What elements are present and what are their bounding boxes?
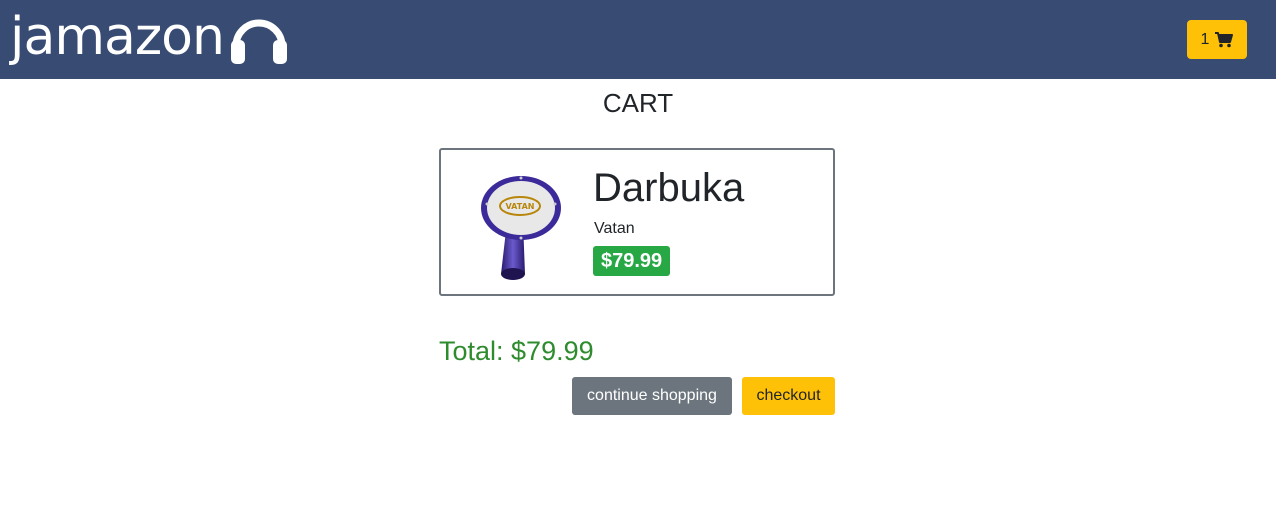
shopping-cart-icon <box>1215 31 1234 47</box>
checkout-button[interactable]: checkout <box>742 377 835 415</box>
page-title: CART <box>602 88 674 118</box>
cart-count: 1 <box>1200 30 1210 48</box>
brand-name: jamazon <box>10 6 225 67</box>
cart-total: Total: $79.99 <box>439 336 594 366</box>
cart-item-card: VATAN Darbuka Vatan $79.99 <box>439 148 835 296</box>
item-price-badge: $79.99 <box>593 246 671 276</box>
item-brand: Vatan <box>594 220 635 237</box>
item-name: Darbuka <box>593 166 745 210</box>
navbar: jamazon 1 <box>0 0 1276 79</box>
continue-shopping-button[interactable]: continue shopping <box>572 377 732 415</box>
cart-button[interactable]: 1 <box>1187 20 1247 59</box>
drum-logo-text: VATAN <box>506 202 535 211</box>
darbuka-product-image: VATAN <box>481 176 561 280</box>
brand-logo-link[interactable]: jamazon <box>10 0 290 79</box>
headphones-icon <box>230 19 287 64</box>
